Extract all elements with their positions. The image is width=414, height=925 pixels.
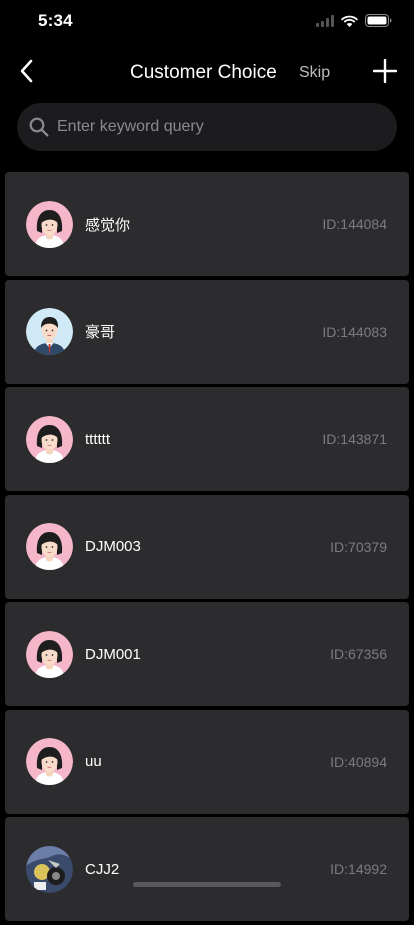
cellular-signal-icon <box>316 14 334 32</box>
female-avatar <box>26 738 73 785</box>
customer-id: ID:67356 <box>330 646 387 662</box>
female-avatar <box>26 415 73 463</box>
skip-button[interactable]: Skip <box>299 64 330 82</box>
chevron-left-icon <box>19 59 33 88</box>
list-item[interactable]: 豪哥 ID:144083 <box>5 279 409 384</box>
customer-id: ID:40894 <box>330 753 387 770</box>
customer-name: tttttt <box>85 430 111 448</box>
search-icon <box>27 115 51 139</box>
list-item[interactable]: uu ID:40894 <box>5 709 409 814</box>
customer-list: 感觉你 ID:144084 豪哥 ID:144083 tttttt ID:143871 DJ… <box>5 172 409 925</box>
status-time: 5:34 <box>38 11 73 30</box>
list-item[interactable]: CJJ2 ID:14992 <box>5 817 409 921</box>
wifi-icon <box>341 14 358 32</box>
female-avatar <box>26 523 73 570</box>
customer-name: CJJ2 <box>85 860 120 878</box>
home-indicator <box>133 882 281 887</box>
search-bar[interactable] <box>17 103 397 151</box>
male-avatar <box>26 308 73 355</box>
nav-bar: Customer Choice Skip <box>0 50 414 96</box>
customer-id: ID:144084 <box>322 216 387 232</box>
photo-avatar <box>26 845 73 893</box>
list-item[interactable]: tttttt ID:143871 <box>5 387 409 491</box>
status-icons <box>316 14 392 32</box>
customer-name: 感觉你 <box>85 216 131 234</box>
customer-name: DJM003 <box>85 538 141 555</box>
plus-icon <box>372 58 398 88</box>
customer-name: DJM001 <box>85 645 141 663</box>
customer-id: ID:143871 <box>322 431 387 447</box>
page-title: Customer Choice <box>130 62 277 83</box>
customer-name: 豪哥 <box>85 324 116 341</box>
customer-name: uu <box>85 753 102 770</box>
battery-icon <box>365 14 392 32</box>
back-button[interactable] <box>12 58 40 88</box>
list-item[interactable]: 感觉你 ID:144084 <box>5 172 409 276</box>
customer-id: ID:70379 <box>330 538 387 555</box>
female-avatar <box>26 200 73 248</box>
female-avatar <box>26 630 73 678</box>
search-input[interactable] <box>55 117 379 137</box>
add-button[interactable] <box>372 58 398 88</box>
customer-id: ID:14992 <box>330 861 387 877</box>
list-item[interactable]: DJM003 ID:70379 <box>5 494 409 599</box>
list-item[interactable]: DJM001 ID:67356 <box>5 602 409 706</box>
status-bar: 5:34 <box>0 0 414 44</box>
customer-id: ID:144083 <box>322 323 387 340</box>
